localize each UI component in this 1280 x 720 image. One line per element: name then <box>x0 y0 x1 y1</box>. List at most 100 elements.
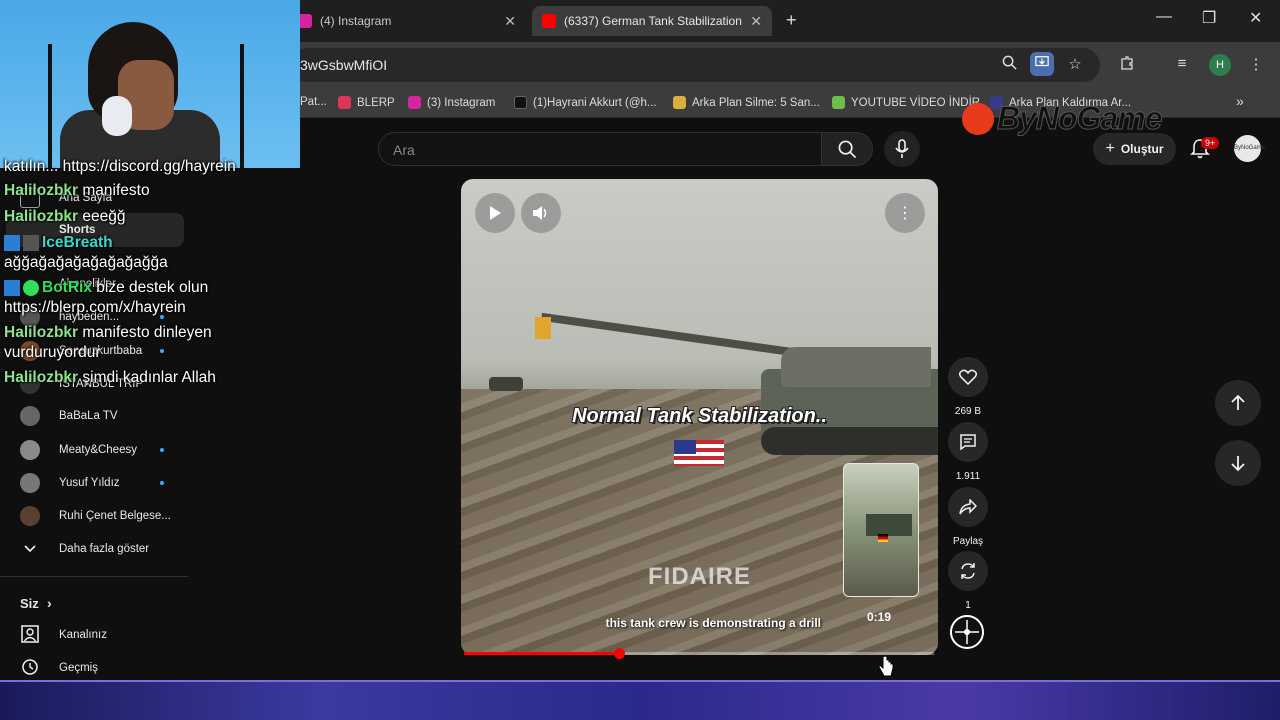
comment-count: 1.911 <box>955 471 981 482</box>
media-controls-icon[interactable]: ≡ <box>1172 55 1192 72</box>
chat-message: BotRix bize destek olun <box>4 279 208 297</box>
youtube-favicon-icon <box>542 14 556 28</box>
stream-bottom-overlay <box>0 680 1280 720</box>
comment-action[interactable]: 1.911 <box>948 422 988 482</box>
bookmark-item[interactable]: (3) Instagram <box>408 96 495 109</box>
webcam-background-pole <box>240 44 244 168</box>
address-bar[interactable]: 3wGsbwMfiOI <box>290 48 1100 82</box>
stream-logo-overlay: ByNoGame <box>962 100 1163 137</box>
share-action[interactable]: Paylaş <box>948 487 988 547</box>
bookmark-label: YOUTUBE VİDEO İNDİR <box>851 96 981 109</box>
sidebar-section-you[interactable]: Siz › <box>0 586 188 620</box>
chat-message: Halilozbkr şimdi kadınlar Allah <box>4 369 216 387</box>
chat-text: ağğağağağağağağağğa <box>4 254 168 271</box>
create-button[interactable]: + Oluştur <box>1093 133 1176 165</box>
chat-text: katılın... https://discord.gg/hayrein <box>4 158 236 175</box>
tank-track <box>761 427 938 455</box>
volume-button[interactable] <box>521 193 561 233</box>
sidebar-item-channel[interactable]: Yusuf Yıldız <box>0 466 188 500</box>
bookmark-item[interactable]: Arka Plan Silme: 5 San... <box>673 96 820 109</box>
bookmark-label: (3) Instagram <box>427 96 496 109</box>
chat-text: eeeğğ <box>78 208 126 225</box>
chat-username: Halilozbkr <box>4 324 79 341</box>
chat-text: manifesto dinleyen <box>78 324 212 341</box>
sidebar-item-channel[interactable]: BaBaLa TV <box>0 399 188 433</box>
plus-icon: + <box>1105 140 1115 157</box>
channel-avatar <box>20 506 40 526</box>
remix-icon <box>961 563 975 579</box>
headphones-icon <box>102 96 132 136</box>
arrow-up-icon <box>1231 394 1245 410</box>
tab-instagram[interactable]: (4) Instagram ✕ <box>288 6 526 36</box>
like-button[interactable] <box>948 357 988 397</box>
remix-action[interactable]: 1 <box>948 551 988 611</box>
restore-button[interactable]: ❐ <box>1202 8 1216 28</box>
search-input[interactable]: Ara <box>378 132 822 166</box>
like-action[interactable]: 269 B <box>948 357 988 417</box>
menu-kebab-icon[interactable]: ⋮ <box>1246 55 1266 73</box>
voice-search-button[interactable] <box>884 131 920 167</box>
close-window-button[interactable]: ✕ <box>1249 8 1262 28</box>
progress-bar-fill <box>464 652 619 655</box>
channel-icon <box>20 625 40 645</box>
tab-title: (4) Instagram <box>320 14 392 28</box>
chevron-right-icon: › <box>47 595 52 611</box>
minimize-button[interactable]: — <box>1156 8 1172 26</box>
bookmark-item[interactable]: Pat... <box>300 96 327 108</box>
sidebar-item-channel[interactable]: Meaty&Cheesy <box>0 433 188 467</box>
chat-username: Halilozbkr <box>4 208 79 225</box>
sidebar-divider <box>0 576 188 577</box>
sidebar-item-channel[interactable]: Ruhi Çenet Belgese... <box>0 499 188 533</box>
remix-count: 1 <box>965 600 971 611</box>
bookmark-star-icon[interactable]: ☆ <box>1065 55 1085 73</box>
remix-button[interactable] <box>948 551 988 591</box>
share-button[interactable] <box>948 487 988 527</box>
sidebar-item-label: Ruhi Çenet Belgese... <box>59 510 171 522</box>
microphone-icon <box>895 139 909 158</box>
background-tank <box>489 377 523 391</box>
install-app-icon[interactable] <box>1030 52 1054 76</box>
comment-button[interactable] <box>948 422 988 462</box>
moderator-badge-icon <box>4 279 20 296</box>
profile-avatar[interactable]: H <box>1209 54 1231 76</box>
tiktok-icon <box>514 96 527 109</box>
us-flag-icon <box>674 440 724 466</box>
sidebar-item-label: Yusuf Yıldız <box>59 477 120 489</box>
extensions-icon[interactable] <box>1117 55 1137 75</box>
logo-text: ByNoGame <box>997 100 1163 137</box>
channel-avatar <box>20 440 40 460</box>
previous-short-button[interactable] <box>1215 380 1261 426</box>
close-tab-icon[interactable]: ✕ <box>504 13 516 30</box>
zoom-icon[interactable] <box>999 55 1019 74</box>
progress-scrubber[interactable] <box>614 648 625 659</box>
search-button[interactable] <box>821 132 873 166</box>
comment-icon <box>960 434 976 451</box>
show-more-button[interactable]: Daha fazla göster <box>0 532 188 566</box>
account-avatar[interactable]: ByNoGame <box>1234 135 1265 162</box>
bookmark-item[interactable]: (1)Hayrani Akkurt (@h... <box>514 96 657 109</box>
close-tab-icon[interactable]: ✕ <box>750 13 762 30</box>
sidebar-item-your-channel[interactable]: Kanalınız <box>0 618 188 652</box>
next-short-button[interactable] <box>1215 440 1261 486</box>
sidebar-item-label: Daha fazla göster <box>59 543 150 555</box>
video-caption: Normal Tank Stabilization.. <box>572 405 827 427</box>
play-button[interactable] <box>475 193 515 233</box>
bookmark-item[interactable]: YOUTUBE VİDEO İNDİR <box>832 96 980 109</box>
tab-youtube[interactable]: (6337) German Tank Stabilization I ✕ <box>532 6 772 36</box>
inset-tank <box>866 514 912 536</box>
chat-username: IceBreath <box>42 234 113 251</box>
tab-title: (6337) German Tank Stabilization I <box>564 14 744 28</box>
chat-username: BotRix <box>42 279 92 296</box>
more-options-button[interactable]: ⋮ <box>885 193 925 233</box>
user-badge-icon <box>23 234 39 251</box>
new-tab-button[interactable]: + <box>786 10 797 31</box>
shorts-video-player[interactable]: ⋮ Normal Tank Stabilization.. FIDAIRE th… <box>461 179 938 655</box>
more-bookmarks-icon[interactable]: » <box>1236 93 1244 109</box>
chat-text: manifesto <box>78 182 150 199</box>
bookmark-item[interactable]: BLERP <box>338 96 395 109</box>
german-flag-icon <box>878 534 888 542</box>
notification-count-badge: 9+ <box>1201 137 1220 149</box>
crosshair-icon[interactable] <box>950 615 984 649</box>
play-icon <box>490 206 501 220</box>
webcam-background-pole <box>48 44 52 168</box>
